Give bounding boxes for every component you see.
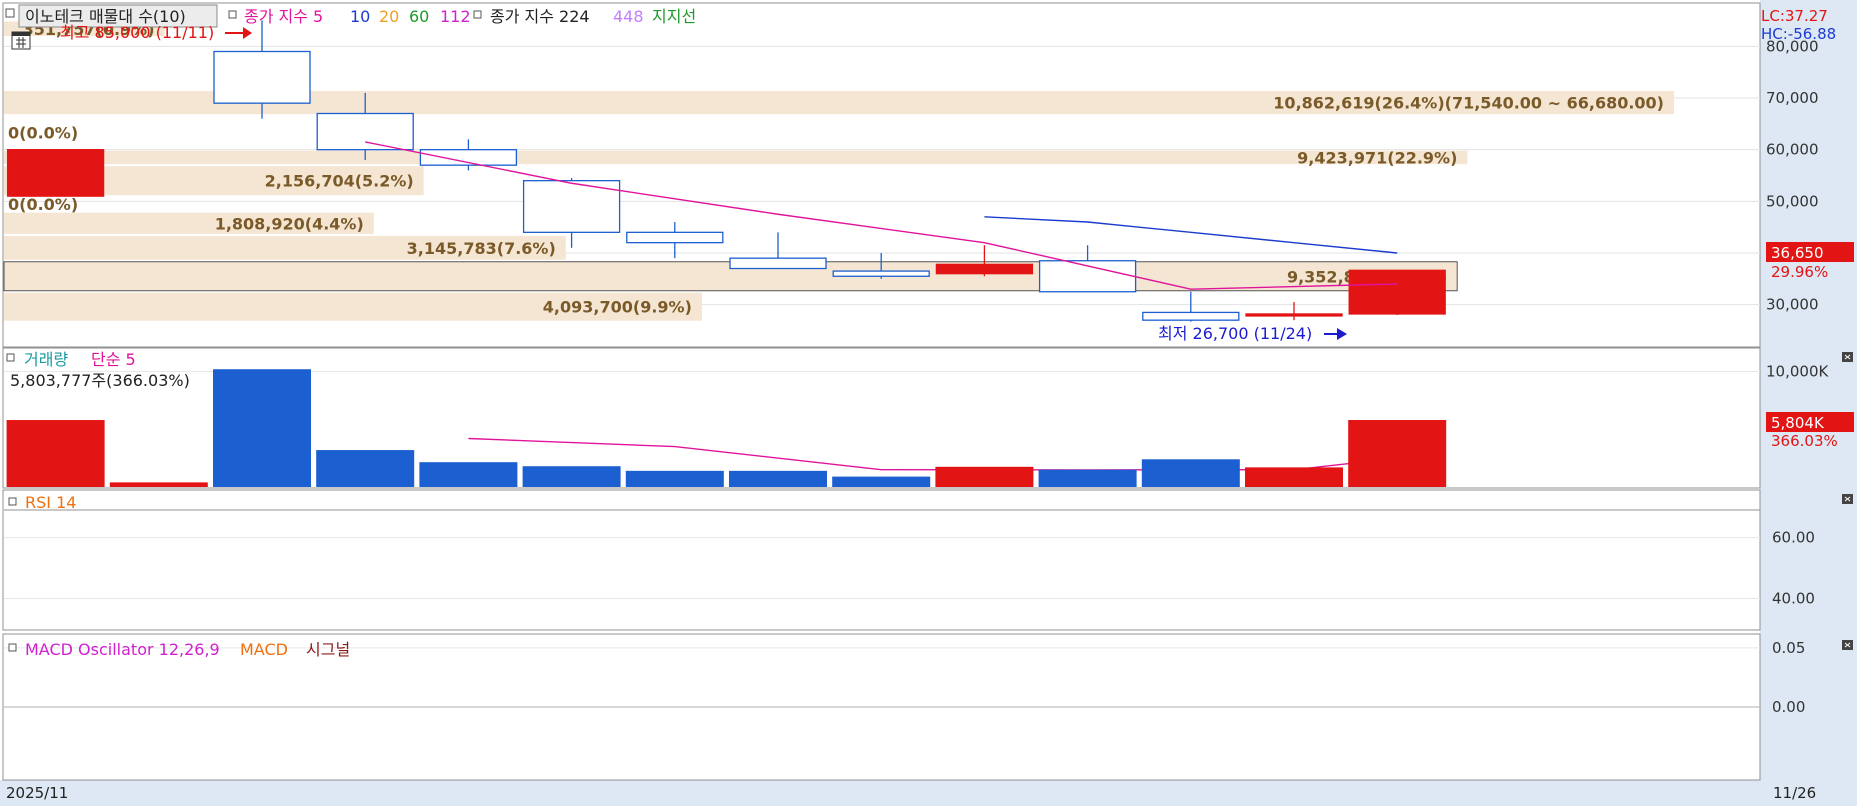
- ma-legend-toggle-icon[interactable]: [228, 10, 237, 19]
- candle-body: [316, 112, 414, 151]
- legend-ma20[interactable]: 20: [379, 7, 399, 26]
- volume-profile-label: 0(0.0%): [8, 123, 78, 142]
- volume-profile-label: 4,093,700(9.9%): [543, 298, 692, 317]
- volume-axis-tick-label: 10,000K: [1766, 363, 1829, 381]
- candle-body: [832, 270, 930, 277]
- macd-panel-title[interactable]: MACD Oscillator 12,26,9: [25, 640, 220, 659]
- volume-bar: [316, 450, 415, 487]
- volume-panel-close-icon[interactable]: [1842, 352, 1853, 362]
- y-axis-background: [1760, 0, 1857, 806]
- candle-body: [1245, 313, 1343, 317]
- low-price-note: 최저 26,700 (11/24): [1158, 324, 1312, 343]
- rsi-axis-tick-label: 40.00: [1772, 590, 1815, 608]
- candle-body: [1348, 269, 1446, 315]
- volume-panel-title[interactable]: 거래량: [24, 350, 68, 369]
- volume-profile-label: 9,423,971(22.9%): [1297, 148, 1457, 167]
- legend-ma5[interactable]: 종가 지수 5: [244, 7, 323, 26]
- price-axis-tick-label: 50,000: [1766, 192, 1819, 210]
- volume-bar: [6, 420, 105, 487]
- x-axis-end-label: 11/26: [1773, 784, 1816, 802]
- volume-bar: [1038, 469, 1137, 487]
- current-price: 36,650: [1771, 244, 1824, 262]
- legend-ma10[interactable]: 10: [350, 7, 370, 26]
- volume-ma-label[interactable]: 단순 5: [91, 350, 136, 369]
- legend-support-line[interactable]: 지지선: [652, 7, 696, 26]
- price-axis-tick-label: 70,000: [1766, 89, 1819, 107]
- macd-axis-tick-label: 0.00: [1772, 698, 1805, 716]
- legend-ma112[interactable]: 112: [440, 7, 471, 26]
- volume-profile-label: 2,156,704(5.2%): [265, 172, 414, 191]
- rsi-axis-tick-label: 60.00: [1772, 529, 1815, 547]
- volume-bar: [729, 470, 827, 487]
- volume-bar: [1245, 467, 1343, 487]
- candle-body: [626, 231, 724, 244]
- x-axis-start-label: 2025/11: [6, 784, 68, 802]
- legend-ma448[interactable]: 448: [613, 7, 644, 26]
- volume-bar: [213, 369, 311, 487]
- price-axis-tick-label: 30,000: [1766, 296, 1819, 314]
- rsi-panel-title[interactable]: RSI 14: [25, 493, 76, 512]
- volume-profile-label: 10,862,619(26.4%)(71,540.00 ~ 66,680.00): [1273, 94, 1664, 113]
- legend-ma60[interactable]: 60: [409, 7, 429, 26]
- volume-profile-label: 1,808,920(4.4%): [215, 214, 364, 233]
- lc-value: LC:37.27: [1761, 7, 1828, 25]
- current-change: 29.96%: [1771, 263, 1828, 281]
- price-panel-toggle-icon[interactable]: [5, 8, 15, 18]
- hc-value: HC:-56.88: [1761, 25, 1836, 43]
- volume-bar: [1348, 419, 1447, 487]
- macd-line-label[interactable]: MACD: [240, 640, 288, 659]
- stock-chart: 351,757(0.9%)10,862,619(26.4%)(71,540.00…: [0, 0, 1857, 806]
- candle-body: [1142, 311, 1240, 321]
- volume-profile-label: 3,145,783(7.6%): [407, 239, 556, 258]
- macd-panel-toggle-icon[interactable]: [8, 643, 17, 652]
- ma224-legend-toggle-icon[interactable]: [473, 10, 482, 19]
- volume-bar: [935, 466, 1034, 487]
- volume-bar: [625, 470, 724, 487]
- volume-bar: [522, 466, 621, 487]
- rsi-panel-close-icon[interactable]: [1842, 494, 1853, 504]
- x-axis-background: [0, 780, 1857, 806]
- current-volume: 5,804K: [1771, 414, 1825, 432]
- candle-body: [213, 50, 311, 104]
- volume-info: 5,803,777주(366.03%): [10, 371, 190, 390]
- candle-body: [729, 257, 827, 270]
- volume-profile-label: 0(0.0%): [8, 195, 78, 214]
- calendar-icon[interactable]: [11, 31, 31, 50]
- macd-signal-label[interactable]: 시그널: [306, 640, 350, 659]
- candle-body: [935, 263, 1034, 275]
- macd-axis-tick-label: 0.05: [1772, 639, 1805, 657]
- rsi-panel-toggle-icon[interactable]: [8, 497, 17, 506]
- current-volume-pct: 366.03%: [1771, 432, 1838, 450]
- volume-bar: [1141, 459, 1240, 487]
- volume-bar: [109, 482, 208, 487]
- volume-bar: [832, 476, 931, 487]
- volume-panel-toggle-icon[interactable]: [6, 353, 15, 362]
- volume-bar: [419, 462, 518, 487]
- legend-ma224[interactable]: 종가 지수 224: [490, 7, 590, 26]
- macd-panel-close-icon[interactable]: [1842, 640, 1853, 650]
- high-price-note: 최고 85,000 (11/11): [60, 23, 214, 42]
- candle-body: [6, 149, 105, 197]
- volume-profile-band: [4, 150, 1468, 165]
- price-axis-tick-label: 60,000: [1766, 141, 1819, 159]
